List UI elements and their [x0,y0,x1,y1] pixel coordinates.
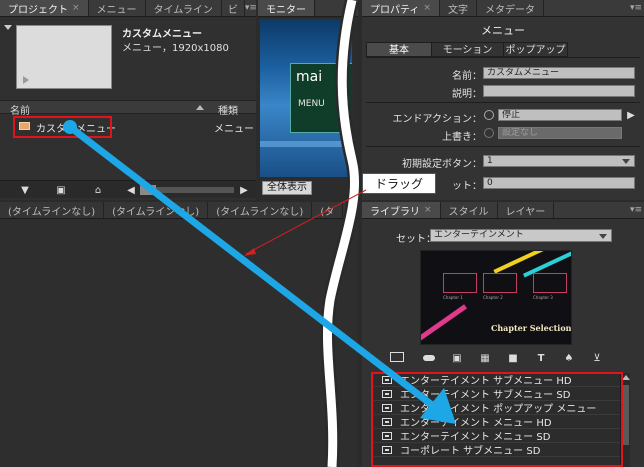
drag-arrow [63,120,456,424]
